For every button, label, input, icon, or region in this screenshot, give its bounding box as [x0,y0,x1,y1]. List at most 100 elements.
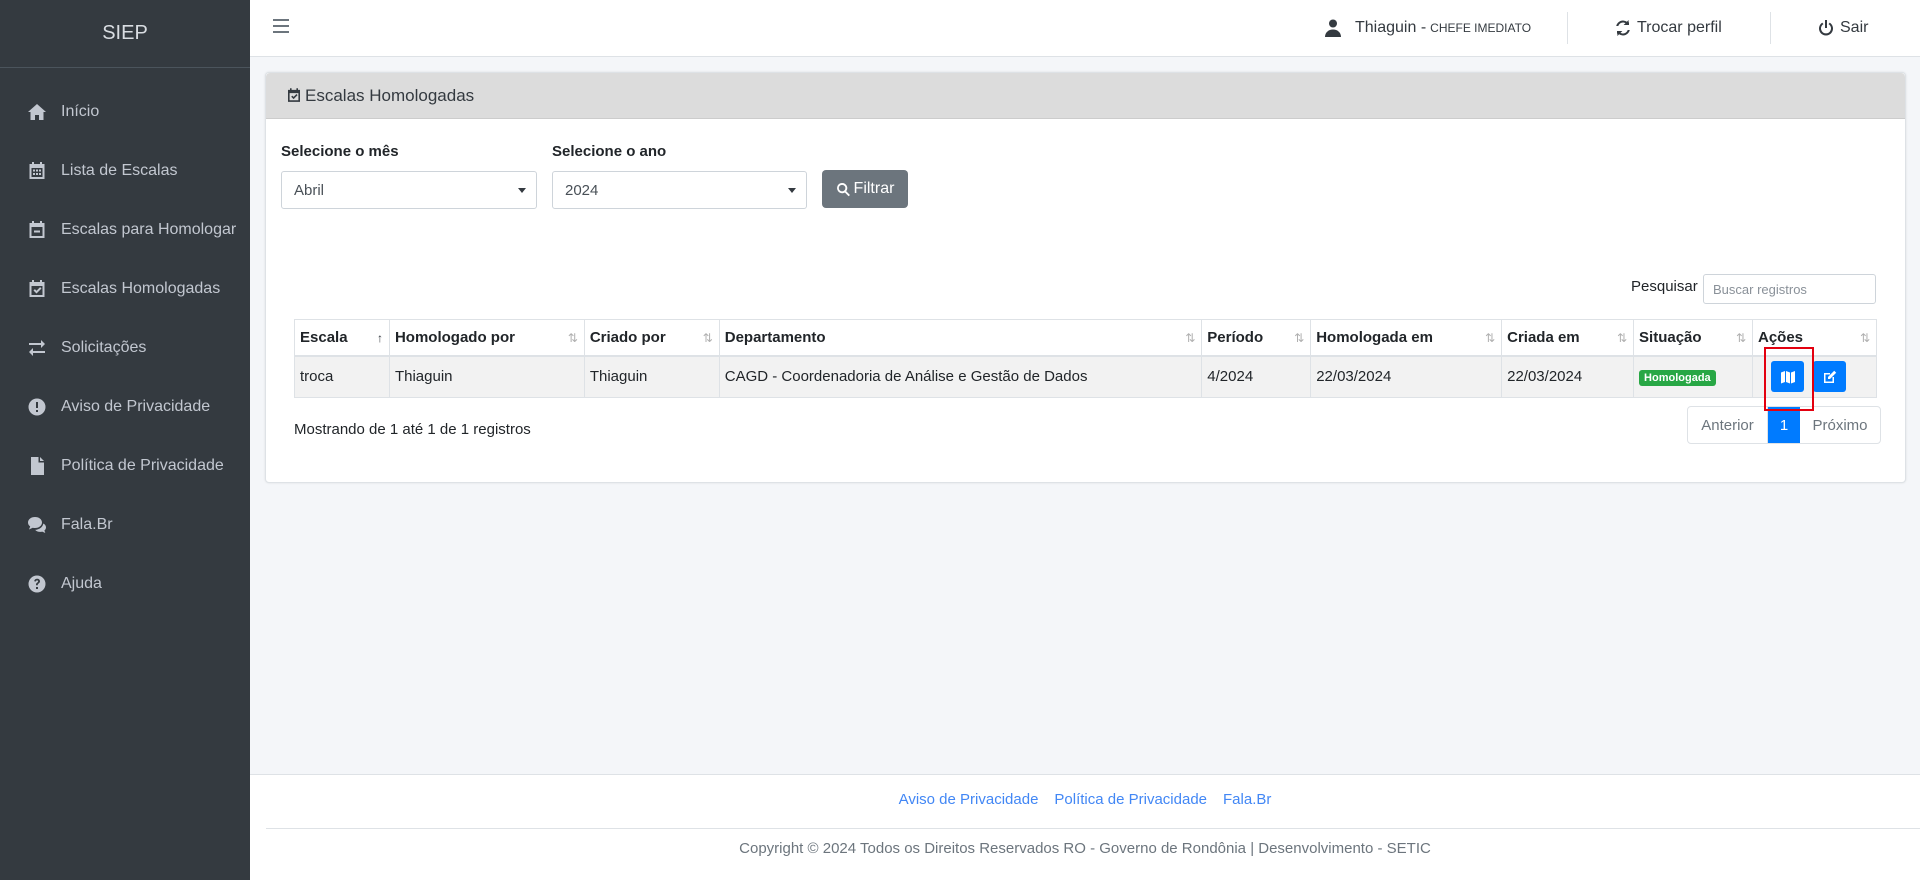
edit-icon [1823,370,1836,383]
pagination-next[interactable]: Próximo [1800,407,1880,443]
sidebar-item-politica-de-privacidade[interactable]: Política de Privacidade [0,436,250,495]
question-circle-icon [28,575,46,592]
month-select-value: Abril [294,181,325,199]
sidebar-item-lista-de-escalas[interactable]: Lista de Escalas [0,141,250,200]
calendar-minus-icon [29,220,45,238]
sidebar-item-inicio[interactable]: Início [0,82,250,141]
column-header-label: Situação [1639,328,1702,346]
cell-departamento: CAGD - Coordenadoria de Análise e Gestão… [718,355,1203,398]
sort-icon: ⇅ [1616,331,1628,345]
sidebar-item-aviso-de-privacidade[interactable]: Aviso de Privacidade [0,377,250,436]
filter-button-label: Filtrar [853,180,895,197]
column-header-periodo[interactable]: Período ⇅ [1201,319,1312,357]
column-header-homologada-em[interactable]: Homologada em ⇅ [1310,319,1503,357]
table-row: troca Thiaguin Thiaguin CAGD - Coordenad… [294,355,1877,398]
table-header-row: Escala ↑ Homologado por ⇅ Criado por ⇅ Depa… [294,319,1877,357]
caret-down-icon [518,188,526,193]
pagination: Anterior 1 Próximo [1687,406,1881,444]
footer-link-falabr[interactable]: Fala.Br [1223,791,1271,808]
calendar-check-icon [29,279,45,297]
cell-homologada-em: 22/03/2024 [1310,355,1503,398]
sidebar-item-ajuda[interactable]: Ajuda [0,554,250,613]
user-icon [1325,19,1341,37]
footer-link-aviso[interactable]: Aviso de Privacidade [899,791,1039,808]
file-icon [31,456,44,475]
column-header-label: Período [1207,328,1264,346]
column-header-label: Ações [1758,328,1804,346]
footer-link-politica[interactable]: Política de Privacidade [1054,791,1207,808]
divider [1770,12,1771,44]
sidebar-item-label: Escalas para Homologar [61,220,237,238]
column-header-label: Homologada em [1316,328,1433,346]
comments-icon [28,516,46,533]
column-header-criada-em[interactable]: Criada em ⇅ [1501,319,1635,357]
year-select[interactable]: 2024 [552,171,807,209]
sidebar-item-label: Política de Privacidade [61,456,224,474]
column-header-homologado-por[interactable]: Homologado por ⇅ [388,319,585,357]
sidebar: SIEP Início Lista de Escalas Escalas par… [0,0,250,880]
switch-profile-link[interactable]: Trocar perfil [1615,0,1722,56]
exclamation-circle-icon [28,398,46,415]
home-icon [28,103,46,120]
search-input[interactable] [1703,274,1876,304]
view-map-button[interactable] [1771,361,1804,393]
month-label: Selecione o mês [281,143,399,160]
sort-asc-icon: ↑ [376,331,383,345]
edit-button[interactable] [1813,361,1847,393]
sidebar-item-escalas-para-homologar[interactable]: Escalas para Homologar [0,200,250,259]
calendar-check-icon [288,88,300,102]
column-header-departamento[interactable]: Departamento ⇅ [718,319,1203,357]
brand-title[interactable]: SIEP [0,0,250,68]
sidebar-item-label: Solicitações [61,338,147,356]
sidebar-item-label: Escalas Homologadas [61,279,221,297]
column-header-situacao[interactable]: Situação ⇅ [1633,319,1753,357]
caret-down-icon [788,188,796,193]
sync-icon [1616,20,1630,36]
sort-icon: ⇅ [1485,331,1496,345]
divider [1567,12,1568,44]
cell-escala: troca [294,355,390,398]
pagination-prev[interactable]: Anterior [1688,407,1768,443]
sidebar-item-solicitacoes[interactable]: Solicitações [0,318,250,377]
card-header: Escalas Homologadas [266,73,1905,119]
user-name: Thiaguin - [1355,19,1427,36]
filter-button[interactable]: Filtrar [822,170,908,208]
sort-icon: ⇅ [1294,331,1305,345]
sidebar-item-escalas-homologadas[interactable]: Escalas Homologadas [0,259,250,318]
column-header-escala[interactable]: Escala ↑ [294,319,390,357]
sidebar-item-label: Fala.Br [61,515,113,533]
calendar-grid-icon [29,161,45,179]
user-menu[interactable]: Thiaguin - CHEFE IMEDIATO [1325,0,1531,56]
cell-situacao: Homologada [1633,355,1753,398]
column-header-label: Criada em [1507,328,1580,346]
exchange-icon [29,339,45,356]
copyright: Copyright © 2024 Todos os Direitos Reser… [739,840,1431,857]
sort-icon: ⇅ [567,331,578,345]
user-role: CHEFE IMEDIATO [1430,21,1532,35]
column-header-criado-por[interactable]: Criado por ⇅ [583,319,720,357]
logout-label: Sair [1840,19,1869,36]
logout-link[interactable]: Sair [1818,0,1868,56]
pagination-page-1[interactable]: 1 [1768,407,1800,443]
search-label: Pesquisar [1631,278,1698,295]
cell-criada-em: 22/03/2024 [1501,355,1635,398]
sort-icon: ⇅ [1185,331,1196,345]
month-select[interactable]: Abril [281,171,537,209]
cell-criado-por: Thiaguin [583,355,720,398]
sidebar-item-label: Início [61,102,100,120]
sidebar-item-label: Aviso de Privacidade [61,397,211,415]
menu-toggle-icon[interactable] [273,19,289,35]
sidebar-item-label: Lista de Escalas [61,161,178,179]
power-icon [1819,20,1833,36]
sidebar-item-fala-br[interactable]: Fala.Br [0,495,250,554]
sidebar-item-label: Ajuda [61,574,102,592]
sort-icon: ⇅ [702,331,713,345]
footer-links: Aviso de Privacidade Política de Privaci… [250,791,1920,808]
sort-icon: ⇅ [1859,331,1870,345]
footer-divider [266,828,1920,829]
year-label: Selecione o ano [552,143,667,160]
column-header-label: Departamento [724,328,826,346]
column-header-acoes[interactable]: Ações ⇅ [1752,319,1877,357]
sidebar-nav: Início Lista de Escalas Escalas para Hom… [0,82,250,613]
cell-periodo: 4/2024 [1201,355,1312,398]
